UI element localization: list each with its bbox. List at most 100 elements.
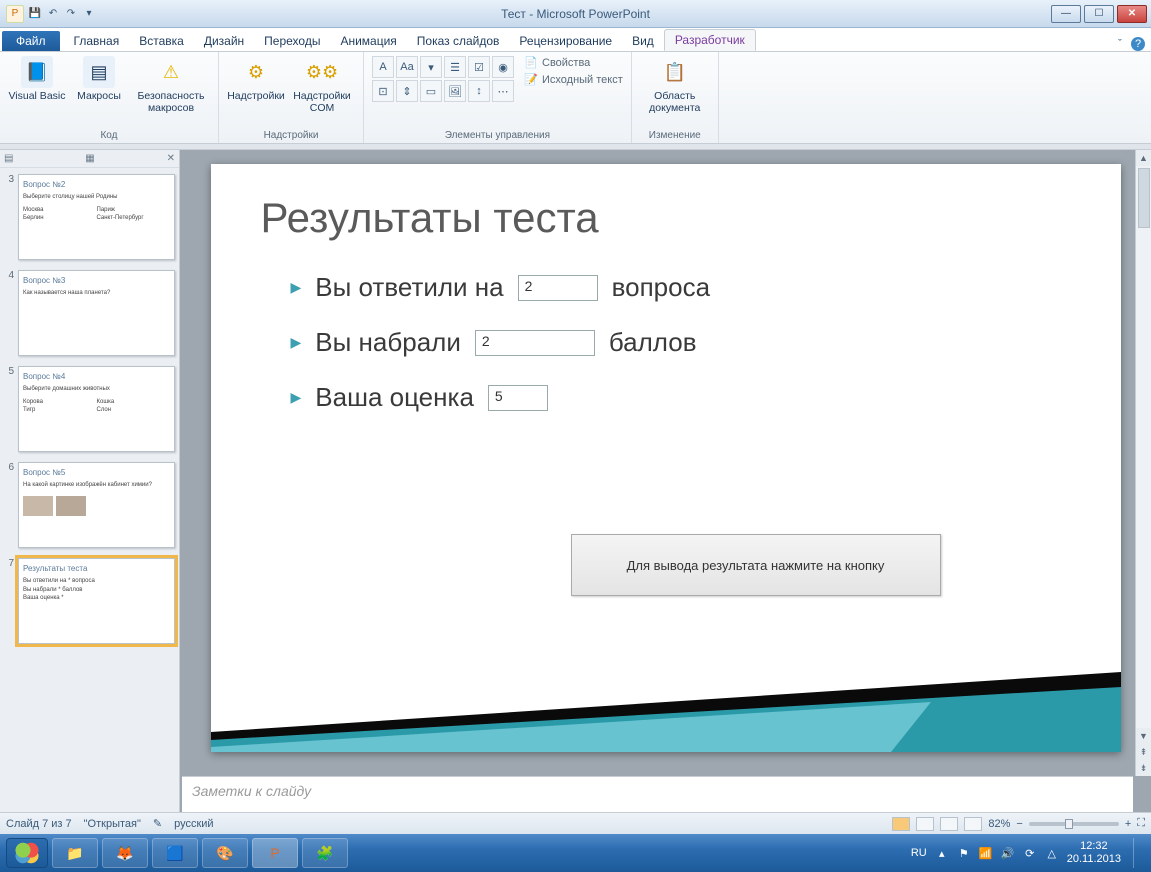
- thumb-slide-3[interactable]: 3 Вопрос №2 Выберите столицу нашей Родин…: [4, 174, 175, 260]
- taskbar-powerpoint[interactable]: P: [252, 838, 298, 868]
- thumb-slide-6[interactable]: 6 Вопрос №5 На какой картинке изображён …: [4, 462, 175, 548]
- control-spin[interactable]: ⇕: [396, 80, 418, 102]
- grade-field[interactable]: 5: [488, 385, 548, 411]
- control-more[interactable]: ⋯: [492, 80, 514, 102]
- tray-volume-icon[interactable]: 🔊: [1001, 846, 1015, 860]
- tab-insert[interactable]: Вставка: [129, 31, 194, 51]
- status-right: 82% − + ⛶: [892, 817, 1145, 831]
- thumb-image-placeholder: [56, 496, 86, 516]
- qat-undo-icon[interactable]: ↶: [46, 7, 60, 21]
- start-button[interactable]: [6, 838, 48, 868]
- tab-view[interactable]: Вид: [622, 31, 664, 51]
- view-code-button[interactable]: 📝Исходный текст: [524, 73, 623, 87]
- file-tab[interactable]: Файл: [2, 31, 60, 51]
- macro-security-label: Безопасность макросов: [132, 90, 210, 114]
- thumb-header: ▤ ▦ ✕: [0, 150, 179, 168]
- close-pane-icon[interactable]: ✕: [167, 153, 175, 164]
- controls-side: 📄Свойства 📝Исходный текст: [524, 56, 623, 87]
- scroll-down-icon[interactable]: ▼: [1136, 728, 1151, 744]
- tab-home[interactable]: Главная: [64, 31, 130, 51]
- tab-slideshow[interactable]: Показ слайдов: [407, 31, 510, 51]
- spellcheck-icon[interactable]: ✎: [153, 817, 162, 830]
- fit-window-icon[interactable]: ⛶: [1137, 817, 1145, 830]
- tab-developer[interactable]: Разработчик: [664, 29, 756, 51]
- tray-flag-icon[interactable]: ⚑: [957, 846, 971, 860]
- ribbon-minimize-icon[interactable]: ˇ: [1113, 37, 1127, 51]
- gear-group-icon: ⚙⚙: [306, 56, 338, 88]
- next-slide-icon[interactable]: ⇟: [1136, 760, 1151, 776]
- qat-save-icon[interactable]: 💾: [28, 7, 42, 21]
- control-listbox[interactable]: ☰: [444, 56, 466, 78]
- thumb-slide-7[interactable]: 7 Результаты теста Вы ответили на * вопр…: [4, 558, 175, 644]
- show-result-button[interactable]: Для вывода результата нажмите на кнопку: [571, 534, 941, 596]
- tray-drive-icon[interactable]: △: [1045, 846, 1059, 860]
- slide-title[interactable]: Результаты теста: [261, 194, 1071, 242]
- prev-slide-icon[interactable]: ⇞: [1136, 744, 1151, 760]
- taskbar-other[interactable]: 🧩: [302, 838, 348, 868]
- scroll-up-icon[interactable]: ▲: [1136, 150, 1151, 166]
- control-scrollbar[interactable]: ↕: [468, 80, 490, 102]
- slides-tab-icon[interactable]: ▦: [85, 153, 94, 164]
- qat-redo-icon[interactable]: ↷: [64, 7, 78, 21]
- thumb-slide-4[interactable]: 4 Вопрос №3 Как называется наша планета?: [4, 270, 175, 356]
- maximize-button[interactable]: ☐: [1084, 5, 1114, 23]
- tray-chevron-icon[interactable]: ▴: [935, 846, 949, 860]
- taskbar-explorer[interactable]: 📁: [52, 838, 98, 868]
- canvas-viewport[interactable]: Результаты теста ▶ Вы ответили на 2 вопр…: [180, 150, 1151, 776]
- qat-customize-icon[interactable]: ▾: [82, 7, 96, 21]
- slideshow-view-button[interactable]: [964, 817, 982, 831]
- zoom-level[interactable]: 82%: [988, 818, 1010, 830]
- vertical-scrollbar[interactable]: ▲ ▼ ⇞ ⇟: [1135, 150, 1151, 776]
- thumb-slide-5[interactable]: 5 Вопрос №4 Выберите домашних животных К…: [4, 366, 175, 452]
- help-icon[interactable]: ?: [1131, 37, 1145, 51]
- macros-button[interactable]: ▤ Макросы: [70, 56, 128, 102]
- control-toggle[interactable]: ⊡: [372, 80, 394, 102]
- control-option[interactable]: ◉: [492, 56, 514, 78]
- current-slide[interactable]: Результаты теста ▶ Вы ответили на 2 вопр…: [211, 164, 1121, 752]
- zoom-out-icon[interactable]: −: [1016, 818, 1022, 830]
- app-icon[interactable]: P: [6, 5, 24, 23]
- control-label[interactable]: Aa: [396, 56, 418, 78]
- tray-clock[interactable]: 12:32 20.11.2013: [1067, 840, 1121, 866]
- outline-tab-icon[interactable]: ▤: [4, 153, 13, 164]
- line2-text-a: Вы набрали: [315, 327, 461, 358]
- notes-pane[interactable]: Заметки к слайду: [182, 776, 1133, 812]
- answered-count-field[interactable]: 2: [518, 275, 598, 301]
- normal-view-button[interactable]: [892, 817, 910, 831]
- close-button[interactable]: ✕: [1117, 5, 1147, 23]
- macro-security-button[interactable]: ⚠ Безопасность макросов: [132, 56, 210, 114]
- properties-button[interactable]: 📄Свойства: [524, 56, 623, 70]
- score-field[interactable]: 2: [475, 330, 595, 356]
- control-combobox[interactable]: ▾: [420, 56, 442, 78]
- tab-design[interactable]: Дизайн: [194, 31, 254, 51]
- tab-review[interactable]: Рецензирование: [509, 31, 622, 51]
- tab-animation[interactable]: Анимация: [330, 31, 406, 51]
- thumbnail-list[interactable]: 3 Вопрос №2 Выберите столицу нашей Родин…: [0, 168, 179, 812]
- language-indicator[interactable]: русский: [174, 818, 213, 830]
- show-desktop-button[interactable]: [1133, 838, 1145, 868]
- minimize-button[interactable]: —: [1051, 5, 1081, 23]
- zoom-slider[interactable]: [1029, 822, 1119, 826]
- scroll-thumb[interactable]: [1138, 168, 1150, 228]
- reading-view-button[interactable]: [940, 817, 958, 831]
- visual-basic-button[interactable]: 📘 Visual Basic: [8, 56, 66, 102]
- addins-button[interactable]: ⚙ Надстройки: [227, 56, 285, 102]
- sorter-view-button[interactable]: [916, 817, 934, 831]
- zoom-in-icon[interactable]: +: [1125, 818, 1131, 830]
- tab-transitions[interactable]: Переходы: [254, 31, 330, 51]
- tray-network-icon[interactable]: 📶: [979, 846, 993, 860]
- control-checkbox[interactable]: ☑: [468, 56, 490, 78]
- taskbar-app[interactable]: 🟦: [152, 838, 198, 868]
- control-textbox[interactable]: A: [372, 56, 394, 78]
- zoom-knob[interactable]: [1065, 819, 1073, 829]
- visual-basic-label: Visual Basic: [8, 90, 65, 102]
- scroll-track[interactable]: [1136, 166, 1151, 728]
- control-image[interactable]: 🖼: [444, 80, 466, 102]
- com-addins-button[interactable]: ⚙⚙ Надстройки COM: [289, 56, 355, 114]
- tray-sync-icon[interactable]: ⟳: [1023, 846, 1037, 860]
- taskbar-paint[interactable]: 🎨: [202, 838, 248, 868]
- control-command[interactable]: ▭: [420, 80, 442, 102]
- tray-lang[interactable]: RU: [911, 847, 927, 859]
- document-panel-button[interactable]: 📋 Область документа: [640, 56, 710, 114]
- taskbar-firefox[interactable]: 🦊: [102, 838, 148, 868]
